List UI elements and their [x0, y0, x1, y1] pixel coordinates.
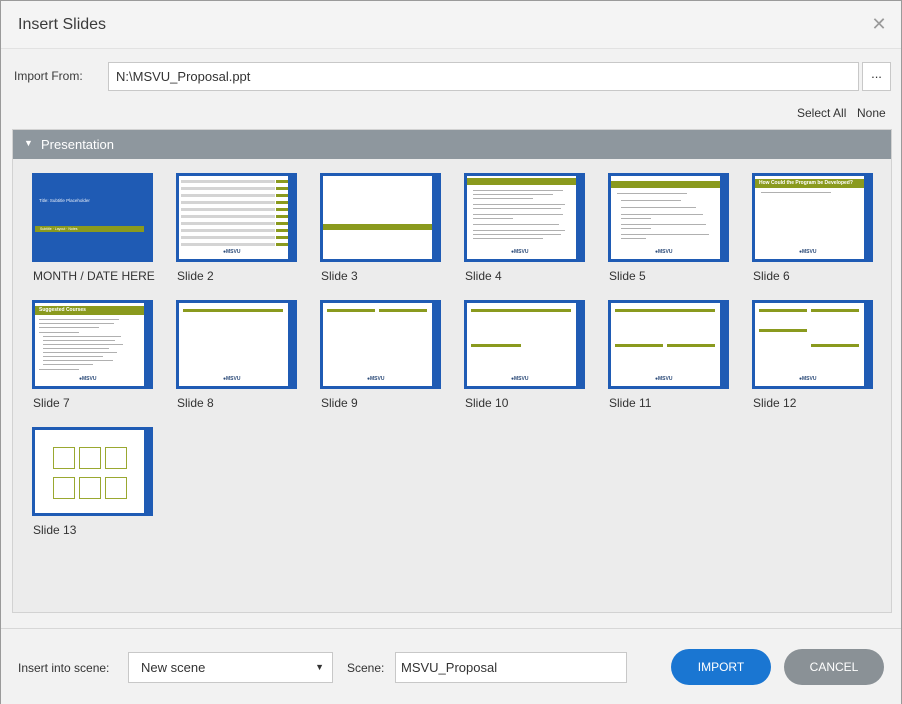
slide-image: ●MSVU — [176, 173, 297, 262]
logo-icon: ●MSVU — [655, 249, 673, 255]
slide-thumbnail-1[interactable]: Title: Subtitle Placeholder Subtitle · L… — [32, 173, 155, 283]
insert-into-scene-select[interactable]: New scene ▼ — [128, 652, 333, 683]
slide-image: ●MSVU — [608, 173, 729, 262]
slide-thumbnail-12[interactable]: ●MSVU Slide 12 — [752, 300, 874, 410]
slide-image: How Could the Program be Developed? ●MSV… — [752, 173, 873, 262]
slide-label: Slide 3 — [321, 269, 358, 283]
logo-icon: ●MSVU — [223, 376, 241, 382]
slide-thumbnail-2[interactable]: ●MSVU Slide 2 — [176, 173, 298, 283]
slide-thumbnail-6[interactable]: How Could the Program be Developed? ●MSV… — [752, 173, 874, 283]
insert-into-scene-label: Insert into scene: — [18, 661, 110, 675]
slide-image: Title: Subtitle Placeholder Subtitle · L… — [32, 173, 153, 262]
slide-image: ●MSVU — [464, 173, 585, 262]
slide-thumbnail-13[interactable]: Slide 13 — [32, 427, 154, 537]
insert-slides-dialog: Insert Slides ✕ Import From: N:\MSVU_Pro… — [0, 0, 902, 704]
insert-into-scene-value: New scene — [141, 660, 206, 675]
slide-thumb-footer: Subtitle · Layout · Notes — [40, 227, 78, 231]
select-none-link[interactable]: None — [857, 106, 886, 120]
slide-label: Slide 6 — [753, 269, 790, 283]
slide-thumb-title: Suggested Courses — [39, 307, 86, 313]
logo-icon: ●MSVU — [799, 249, 817, 255]
slide-thumbnail-5[interactable]: ●MSVU Slide 5 — [608, 173, 730, 283]
slide-thumb-text: Title: Subtitle Placeholder — [39, 198, 90, 203]
slide-label: Slide 2 — [177, 269, 214, 283]
presentation-group-header[interactable]: ▼ Presentation — [13, 130, 891, 159]
close-icon[interactable]: ✕ — [869, 13, 889, 35]
slide-thumbnail-4[interactable]: ●MSVU Slide 4 — [464, 173, 586, 283]
presentation-group-title: Presentation — [41, 137, 114, 152]
slide-label: Slide 8 — [177, 396, 214, 410]
logo-icon: ●MSVU — [79, 376, 97, 382]
chevron-down-icon: ▼ — [315, 662, 324, 672]
logo-icon: ●MSVU — [223, 249, 241, 255]
import-path-field[interactable]: N:\MSVU_Proposal.ppt — [108, 62, 859, 91]
slide-label: Slide 4 — [465, 269, 502, 283]
slide-image: Suggested Courses ●MSVU — [32, 300, 153, 389]
slides-panel: ▼ Presentation Title: Subtitle Placehold… — [12, 129, 892, 613]
slide-image: ●MSVU — [464, 300, 585, 389]
slide-image: ●MSVU — [320, 300, 441, 389]
slide-label: Slide 9 — [321, 396, 358, 410]
logo-icon: ●MSVU — [367, 376, 385, 382]
triangle-down-icon: ▼ — [24, 138, 33, 148]
browse-button[interactable]: ... — [862, 62, 891, 91]
import-from-label: Import From: — [14, 69, 83, 83]
dialog-titlebar: Insert Slides ✕ — [1, 1, 901, 49]
cancel-button[interactable]: CANCEL — [784, 649, 884, 685]
slide-thumbnail-11[interactable]: ●MSVU Slide 11 — [608, 300, 730, 410]
slide-image — [32, 427, 153, 516]
slide-thumbnail-10[interactable]: ●MSVU Slide 10 — [464, 300, 586, 410]
slide-label: Slide 11 — [609, 396, 652, 410]
slide-label: Slide 12 — [753, 396, 797, 410]
slide-thumbnail-3[interactable]: Slide 3 — [320, 173, 442, 283]
slide-thumbnail-8[interactable]: ●MSVU Slide 8 — [176, 300, 298, 410]
slide-label: Slide 5 — [609, 269, 646, 283]
slide-image: ●MSVU — [752, 300, 873, 389]
slide-image — [320, 173, 441, 262]
select-all-link[interactable]: Select All — [797, 106, 846, 120]
logo-icon: ●MSVU — [799, 376, 817, 382]
slide-thumbnail-7[interactable]: Suggested Courses ●MSVU Slide 7 — [32, 300, 154, 410]
scene-name-field[interactable]: MSVU_Proposal — [395, 652, 627, 683]
slide-label: Slide 13 — [33, 523, 77, 537]
slide-thumbnail-9[interactable]: ●MSVU Slide 9 — [320, 300, 442, 410]
slide-label: Slide 10 — [465, 396, 509, 410]
slide-image: ●MSVU — [176, 300, 297, 389]
logo-icon: ●MSVU — [511, 249, 529, 255]
slide-image: ●MSVU — [608, 300, 729, 389]
import-button[interactable]: IMPORT — [671, 649, 771, 685]
scene-name-label: Scene: — [347, 661, 385, 675]
logo-icon: ●MSVU — [655, 376, 673, 382]
slide-label: Slide 7 — [33, 396, 70, 410]
dialog-title: Insert Slides — [18, 16, 107, 33]
slide-thumb-title: How Could the Program be Developed? — [759, 180, 853, 186]
logo-icon: ●MSVU — [511, 376, 529, 382]
slide-label: MONTH / DATE HERE — [33, 269, 155, 283]
